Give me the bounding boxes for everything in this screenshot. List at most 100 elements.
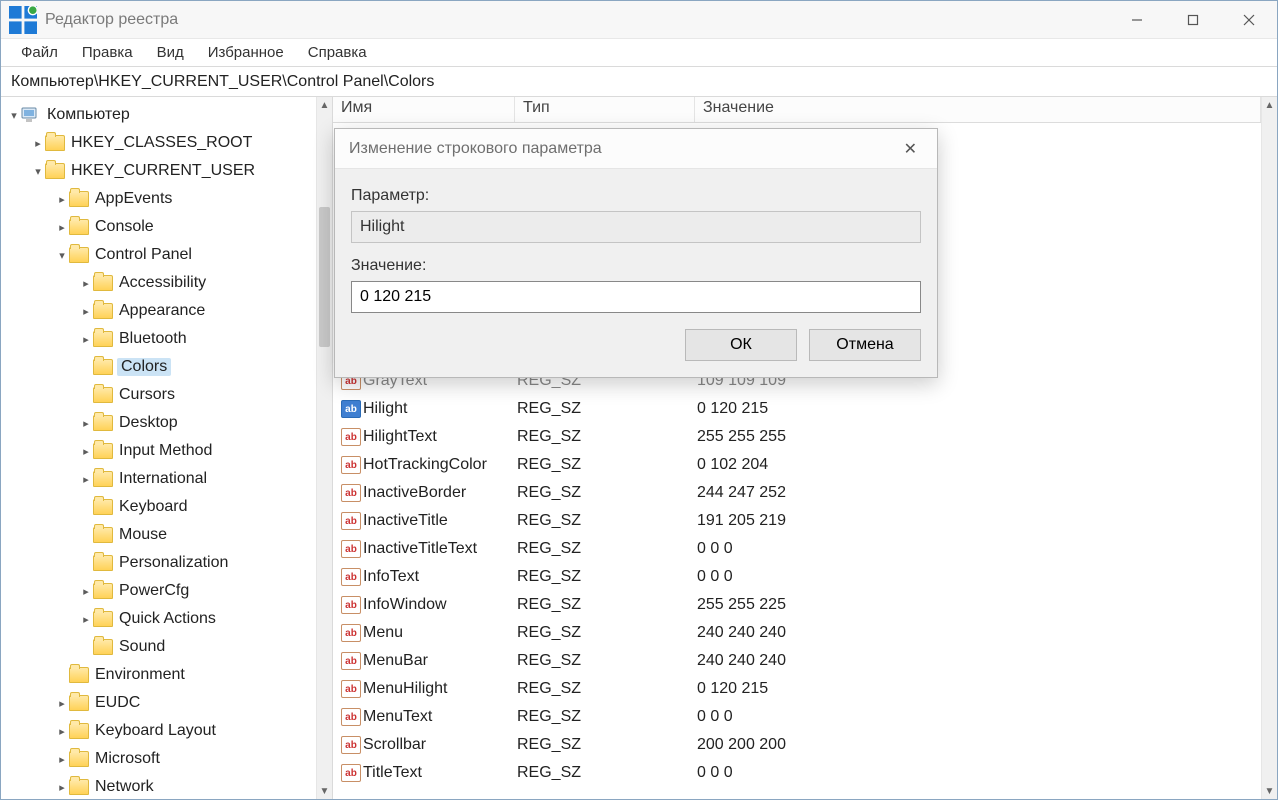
tree-item-sound[interactable]: ▸Sound bbox=[3, 633, 316, 661]
tree-item-powercfg[interactable]: ▸PowerCfg bbox=[3, 577, 316, 605]
folder-icon bbox=[69, 751, 89, 767]
scroll-down-icon[interactable]: ▼ bbox=[1262, 783, 1277, 799]
value-row[interactable]: abMenuTextREG_SZ0 0 0 bbox=[333, 703, 1261, 731]
value-row[interactable]: abHilightREG_SZ0 120 215 bbox=[333, 395, 1261, 423]
value-type: REG_SZ bbox=[517, 540, 697, 558]
scroll-thumb[interactable] bbox=[319, 207, 330, 347]
maximize-button[interactable] bbox=[1165, 1, 1221, 38]
chevron-down-icon[interactable]: ▾ bbox=[7, 109, 21, 122]
chevron-right-icon[interactable]: ▸ bbox=[79, 473, 93, 486]
close-button[interactable] bbox=[1221, 1, 1277, 38]
value-data-field[interactable] bbox=[351, 281, 921, 313]
tree-pane: ▾ Компьютер ▸ HKEY_CLASSES_ROOT ▾HKEY_CURR… bbox=[1, 97, 333, 799]
chevron-right-icon[interactable]: ▸ bbox=[55, 781, 69, 794]
tree-item-accessibility[interactable]: ▸ Accessibility bbox=[3, 269, 316, 297]
tree-label: HKEY_CLASSES_ROOT bbox=[69, 134, 254, 152]
folder-icon bbox=[93, 471, 113, 487]
tree-item-hkcr[interactable]: ▸ HKEY_CLASSES_ROOT bbox=[3, 129, 316, 157]
chevron-right-icon[interactable]: ▸ bbox=[79, 417, 93, 430]
title-bar: Редактор реестра bbox=[1, 1, 1277, 39]
value-name: Menu bbox=[363, 624, 517, 642]
menu-favorites[interactable]: Избранное bbox=[196, 42, 296, 63]
column-header-name[interactable]: Имя bbox=[333, 97, 515, 122]
scroll-up-icon[interactable]: ▲ bbox=[1262, 97, 1277, 113]
value-row[interactable]: abInactiveBorderREG_SZ244 247 252 bbox=[333, 479, 1261, 507]
tree-item-cursors[interactable]: ▸Cursors bbox=[3, 381, 316, 409]
tree-label: Компьютер bbox=[45, 106, 132, 124]
tree-item-environment[interactable]: ▸Environment bbox=[3, 661, 316, 689]
tree-item-bluetooth[interactable]: ▸Bluetooth bbox=[3, 325, 316, 353]
value-row[interactable]: abInactiveTitleTextREG_SZ0 0 0 bbox=[333, 535, 1261, 563]
tree-item-inputmethod[interactable]: ▸Input Method bbox=[3, 437, 316, 465]
value-row[interactable]: abTitleTextREG_SZ0 0 0 bbox=[333, 759, 1261, 787]
value-row[interactable]: abInfoTextREG_SZ0 0 0 bbox=[333, 563, 1261, 591]
menu-view[interactable]: Вид bbox=[145, 42, 196, 63]
tree-item-quickactions[interactable]: ▸ Quick Actions bbox=[3, 605, 316, 633]
tree-item-desktop[interactable]: ▸Desktop bbox=[3, 409, 316, 437]
tree-item-personalization[interactable]: ▸Personalization bbox=[3, 549, 316, 577]
value-row[interactable]: abMenuBarREG_SZ240 240 240 bbox=[333, 647, 1261, 675]
address-bar[interactable]: Компьютер\HKEY_CURRENT_USER\Control Pane… bbox=[1, 67, 1277, 97]
chevron-right-icon[interactable]: ▸ bbox=[55, 193, 69, 206]
tree-item-eudc[interactable]: ▸EUDC bbox=[3, 689, 316, 717]
column-header-value[interactable]: Значение bbox=[695, 97, 1261, 122]
dialog-close-button[interactable]: ✕ bbox=[898, 133, 923, 165]
chevron-right-icon[interactable]: ▸ bbox=[79, 277, 93, 290]
chevron-down-icon[interactable]: ▾ bbox=[55, 249, 69, 262]
folder-icon bbox=[93, 611, 113, 627]
tree-label: Mouse bbox=[117, 526, 169, 544]
tree-item-computer[interactable]: ▾ Компьютер bbox=[3, 101, 316, 129]
chevron-right-icon[interactable]: ▸ bbox=[55, 697, 69, 710]
address-text: Компьютер\HKEY_CURRENT_USER\Control Pane… bbox=[11, 73, 434, 91]
cancel-button[interactable]: Отмена bbox=[809, 329, 921, 361]
menu-edit[interactable]: Правка bbox=[70, 42, 145, 63]
tree-item-microsoft[interactable]: ▸Microsoft bbox=[3, 745, 316, 773]
menu-help[interactable]: Справка bbox=[296, 42, 379, 63]
tree-item-appevents[interactable]: ▸AppEvents bbox=[3, 185, 316, 213]
chevron-right-icon[interactable]: ▸ bbox=[79, 305, 93, 318]
scroll-down-icon[interactable]: ▼ bbox=[317, 783, 332, 799]
tree-label: Quick Actions bbox=[117, 610, 218, 628]
tree-item-controlpanel[interactable]: ▾Control Panel bbox=[3, 241, 316, 269]
chevron-right-icon[interactable]: ▸ bbox=[31, 137, 45, 150]
chevron-right-icon[interactable]: ▸ bbox=[55, 221, 69, 234]
tree-item-keyboard[interactable]: ▸Keyboard bbox=[3, 493, 316, 521]
reg-string-icon: ab bbox=[341, 484, 361, 502]
value-row[interactable]: abMenuHilightREG_SZ0 120 215 bbox=[333, 675, 1261, 703]
value-row[interactable]: abHilightTextREG_SZ255 255 255 bbox=[333, 423, 1261, 451]
chevron-down-icon[interactable]: ▾ bbox=[31, 165, 45, 178]
value-row[interactable]: abInactiveTitleREG_SZ191 205 219 bbox=[333, 507, 1261, 535]
tree-item-kbdlayout[interactable]: ▸Keyboard Layout bbox=[3, 717, 316, 745]
column-header-type[interactable]: Тип bbox=[515, 97, 695, 122]
tree-item-mouse[interactable]: ▸Mouse bbox=[3, 521, 316, 549]
reg-string-icon: ab bbox=[341, 764, 361, 782]
minimize-button[interactable] bbox=[1109, 1, 1165, 38]
chevron-right-icon[interactable]: ▸ bbox=[79, 613, 93, 626]
tree-item-international[interactable]: ▸ International bbox=[3, 465, 316, 493]
tree-item-colors[interactable]: ▸Colors bbox=[3, 353, 316, 381]
ok-button[interactable]: ОК bbox=[685, 329, 797, 361]
list-scrollbar[interactable]: ▲ ▼ bbox=[1261, 97, 1277, 799]
chevron-right-icon[interactable]: ▸ bbox=[79, 445, 93, 458]
tree-label: International bbox=[117, 470, 209, 488]
chevron-right-icon[interactable]: ▸ bbox=[79, 585, 93, 598]
edit-string-dialog: Изменение строкового параметра ✕ Парамет… bbox=[334, 128, 938, 378]
tree-item-hkcu[interactable]: ▾HKEY_CURRENT_USER bbox=[3, 157, 316, 185]
chevron-right-icon[interactable]: ▸ bbox=[55, 725, 69, 738]
folder-icon bbox=[93, 555, 113, 571]
scroll-up-icon[interactable]: ▲ bbox=[317, 97, 332, 113]
menu-file[interactable]: Файл bbox=[9, 42, 70, 63]
value-row[interactable]: abMenuREG_SZ240 240 240 bbox=[333, 619, 1261, 647]
value-row[interactable]: abHotTrackingColorREG_SZ0 102 204 bbox=[333, 451, 1261, 479]
chevron-right-icon[interactable]: ▸ bbox=[55, 753, 69, 766]
chevron-right-icon[interactable]: ▸ bbox=[79, 333, 93, 346]
tree-label: Accessibility bbox=[117, 274, 208, 292]
value-row[interactable]: abScrollbarREG_SZ200 200 200 bbox=[333, 731, 1261, 759]
tree-scrollbar[interactable]: ▲ ▼ bbox=[316, 97, 332, 799]
tree-item-appearance[interactable]: ▸Appearance bbox=[3, 297, 316, 325]
registry-tree[interactable]: ▾ Компьютер ▸ HKEY_CLASSES_ROOT ▾HKEY_CURR… bbox=[1, 97, 316, 799]
tree-item-network[interactable]: ▸Network bbox=[3, 773, 316, 799]
tree-item-console[interactable]: ▸Console bbox=[3, 213, 316, 241]
folder-icon bbox=[93, 639, 113, 655]
value-row[interactable]: abInfoWindowREG_SZ255 255 225 bbox=[333, 591, 1261, 619]
